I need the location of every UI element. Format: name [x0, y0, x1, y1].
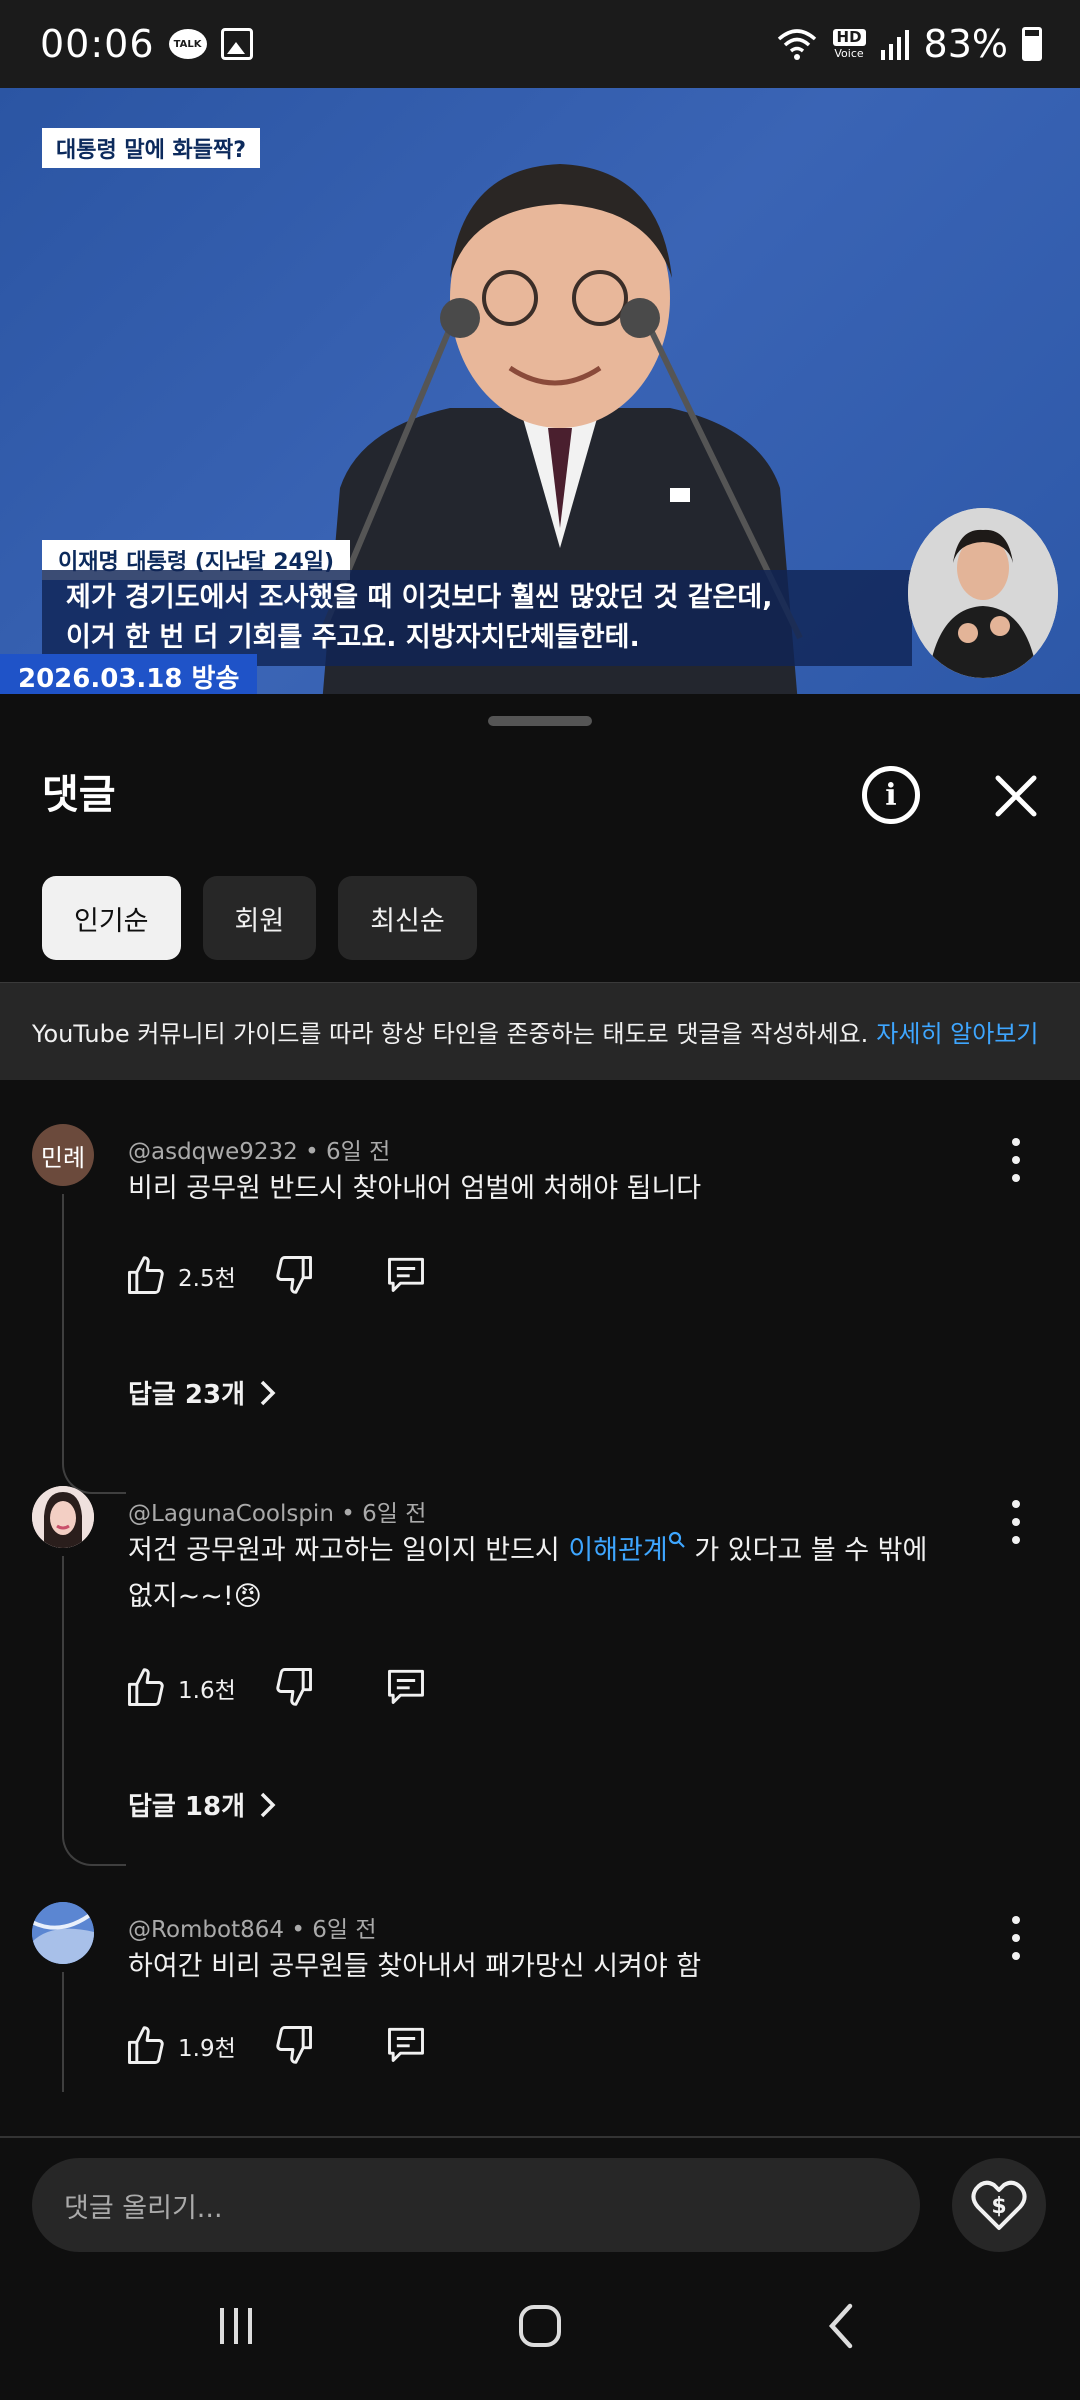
avatar[interactable]	[32, 1486, 94, 1548]
recents-icon[interactable]	[206, 2296, 266, 2356]
reply-thread-line	[62, 1556, 126, 1866]
video-caption: 제가 경기도에서 조사했을 때 이것보다 훨씬 많았던 것 같은데, 이거 한 …	[42, 570, 912, 666]
avatar-image	[32, 1902, 94, 1964]
replies-count: 답글 23개	[128, 1380, 245, 1410]
like-count: 1.6천	[178, 1678, 236, 1704]
reply-icon	[387, 2027, 424, 2062]
comment-actions: 1.6천	[124, 1664, 428, 1712]
comment-time: 6일 전	[312, 1917, 377, 1943]
view-replies-button[interactable]: 답글 23개	[128, 1374, 279, 1411]
drag-handle[interactable]	[488, 716, 592, 726]
battery-percent: 83%	[923, 22, 1008, 66]
reply-thread-line	[62, 1194, 126, 1494]
video-player[interactable]: 대통령 말에 화들짝? 이재명 대통령 (지난달 24일) 제가 경기도에서 조…	[0, 88, 1080, 694]
chevron-right-icon	[260, 1380, 276, 1405]
signal-icon	[880, 30, 909, 60]
dislike-button[interactable]	[272, 1664, 316, 1712]
comment-author[interactable]: @Rombot864	[128, 1917, 284, 1943]
comment-line-2: 없지~~!😠	[128, 1581, 262, 1612]
sheet-title: 댓글	[42, 772, 116, 818]
thanks-heart-icon[interactable]: $	[952, 2158, 1046, 2252]
comment-text: 비리 공무원 반드시 찾아내어 엄벌에 처해야 됩니다	[128, 1173, 702, 1204]
reply-icon	[387, 1669, 424, 1704]
more-vert-icon[interactable]	[1004, 1500, 1028, 1544]
comment-line-1: 저건 공무원과 짜고하는 일이지 반드시 이해관계 가 있다고 볼 수 밖에	[128, 1528, 988, 1574]
reply-button[interactable]	[384, 1664, 428, 1712]
like-count: 1.9천	[178, 2036, 236, 2062]
thumbs-down-icon	[276, 1256, 312, 1294]
battery-icon	[1022, 27, 1042, 61]
chip-popular[interactable]: 인기순	[42, 876, 181, 960]
comment-text: 하여간 비리 공무원들 찾아내서 패가망신 시켜야 함	[128, 1951, 702, 1982]
more-vert-icon[interactable]	[1004, 1916, 1028, 1960]
wifi-icon	[777, 29, 816, 60]
like-button[interactable]: 2.5천	[124, 1254, 236, 1298]
comment-author[interactable]: @asdqwe9232	[128, 1139, 298, 1165]
status-right: HD Voice 83%	[775, 0, 1042, 88]
comment-meta: @asdqwe9232 • 6일 전	[128, 1139, 391, 1165]
comment-author[interactable]: @LagunaCoolspin	[128, 1501, 334, 1527]
home-icon[interactable]	[510, 2296, 570, 2356]
guide-text: YouTube 커뮤니티 가이드를 따라 항상 타인을 존중하는 태도로 댓글을…	[32, 1020, 869, 1048]
thumbs-down-icon	[276, 1668, 312, 1706]
thumbs-up-icon	[128, 1256, 164, 1294]
search-suggestion-link[interactable]: 이해관계	[568, 1535, 667, 1566]
view-replies-button[interactable]: 답글 18개	[128, 1786, 279, 1823]
caption-line-1: 제가 경기도에서 조사했을 때 이것보다 훨씬 많았던 것 같은데,	[66, 582, 773, 613]
comment-actions: 2.5천	[124, 1252, 428, 1300]
info-icon[interactable]: i	[862, 766, 920, 824]
chip-members[interactable]: 회원	[202, 876, 317, 960]
video-tag: 대통령 말에 화들짝?	[42, 128, 261, 168]
comment-time: 6일 전	[325, 1139, 391, 1165]
status-time: 00:06	[40, 22, 155, 66]
comment-time: 6일 전	[362, 1501, 427, 1527]
avatar-image	[32, 1486, 94, 1548]
reply-button[interactable]	[384, 2022, 428, 2070]
gallery-notification-icon	[220, 28, 253, 60]
chevron-right-icon	[260, 1792, 276, 1817]
chip-newest[interactable]: 최신순	[338, 876, 477, 960]
comment-meta: @Rombot864 • 6일 전	[128, 1917, 377, 1943]
caption-line-2: 이거 한 번 더 기회를 주고요. 지방자치단체들한테.	[66, 622, 640, 653]
comment-actions: 1.9천	[124, 2022, 428, 2070]
thumbs-up-icon	[128, 1668, 164, 1706]
like-button[interactable]: 1.6천	[124, 1666, 236, 1710]
like-button[interactable]: 1.9천	[124, 2024, 236, 2068]
avatar[interactable]: 민례	[32, 1124, 94, 1186]
compose-bar: 댓글 올리기... $	[0, 2136, 1080, 2256]
system-nav-bar	[0, 2256, 1080, 2400]
comment-meta: @LagunaCoolspin • 6일 전	[128, 1501, 427, 1527]
like-count: 2.5천	[178, 1266, 236, 1292]
reply-icon	[387, 1257, 424, 1292]
learn-more-link[interactable]: 자세히 알아보기	[876, 1014, 1038, 1049]
search-icon[interactable]	[668, 1531, 686, 1549]
sign-language-interpreter	[908, 508, 1058, 678]
community-guide-banner: YouTube 커뮤니티 가이드를 따라 항상 타인을 존중하는 태도로 댓글을…	[0, 982, 1080, 1080]
status-bar: 00:06 TALK HD Voice 83%	[0, 0, 1080, 88]
video-airdate: 2026.03.18 방송	[0, 654, 258, 694]
svg-text:$: $	[991, 2194, 1006, 2219]
comment-input[interactable]: 댓글 올리기...	[32, 2158, 920, 2252]
back-icon[interactable]	[812, 2296, 872, 2356]
reply-button[interactable]	[384, 1252, 428, 1300]
thumbs-down-icon	[276, 2026, 312, 2064]
hd-voice-icon: HD Voice	[832, 28, 866, 60]
close-icon[interactable]	[990, 770, 1042, 822]
sort-chips: 인기순 회원 최신순	[42, 876, 477, 960]
avatar[interactable]	[32, 1902, 94, 1964]
dislike-button[interactable]	[272, 2022, 316, 2070]
reply-thread-line	[62, 1972, 126, 2092]
replies-count: 답글 18개	[128, 1792, 245, 1822]
kakaotalk-icon: TALK	[168, 29, 207, 59]
more-vert-icon[interactable]	[1004, 1138, 1028, 1182]
comment-text: 저건 공무원과 짜고하는 일이지 반드시 이해관계 가 있다고 볼 수 밖에 없…	[128, 1528, 988, 1620]
thumbs-up-icon	[128, 2026, 164, 2064]
dislike-button[interactable]	[272, 1252, 316, 1300]
